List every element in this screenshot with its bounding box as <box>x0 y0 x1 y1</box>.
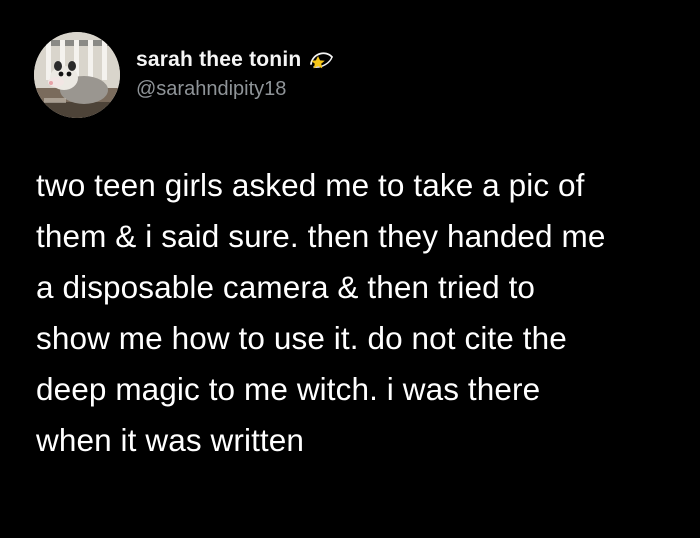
dizzy-star-icon <box>308 49 334 71</box>
tweet-text-line: a disposable camera & then tried to <box>36 269 536 305</box>
opossum-avatar-icon[interactable] <box>34 32 120 118</box>
tweet-text-line: them & i said sure. then they handed me <box>36 218 606 254</box>
tweet-text-line: when it was written <box>36 422 305 458</box>
name-row: sarah thee tonin <box>136 46 334 74</box>
tweet-header: sarah thee tonin @sarahndipity18 <box>136 46 334 101</box>
tweet-text: two teen girls asked me to take a pic of… <box>36 160 676 466</box>
tweet-text-line: two teen girls asked me to take a pic of <box>36 167 585 203</box>
tweet-text-line: show me how to use it. do not cite the <box>36 320 567 356</box>
display-name[interactable]: sarah thee tonin <box>136 48 301 72</box>
tweet-screenshot: sarah thee tonin @sarahndipity18 two tee… <box>0 0 700 538</box>
tweet-text-line: deep magic to me witch. i was there <box>36 371 541 407</box>
user-handle[interactable]: @sarahndipity18 <box>136 78 334 101</box>
